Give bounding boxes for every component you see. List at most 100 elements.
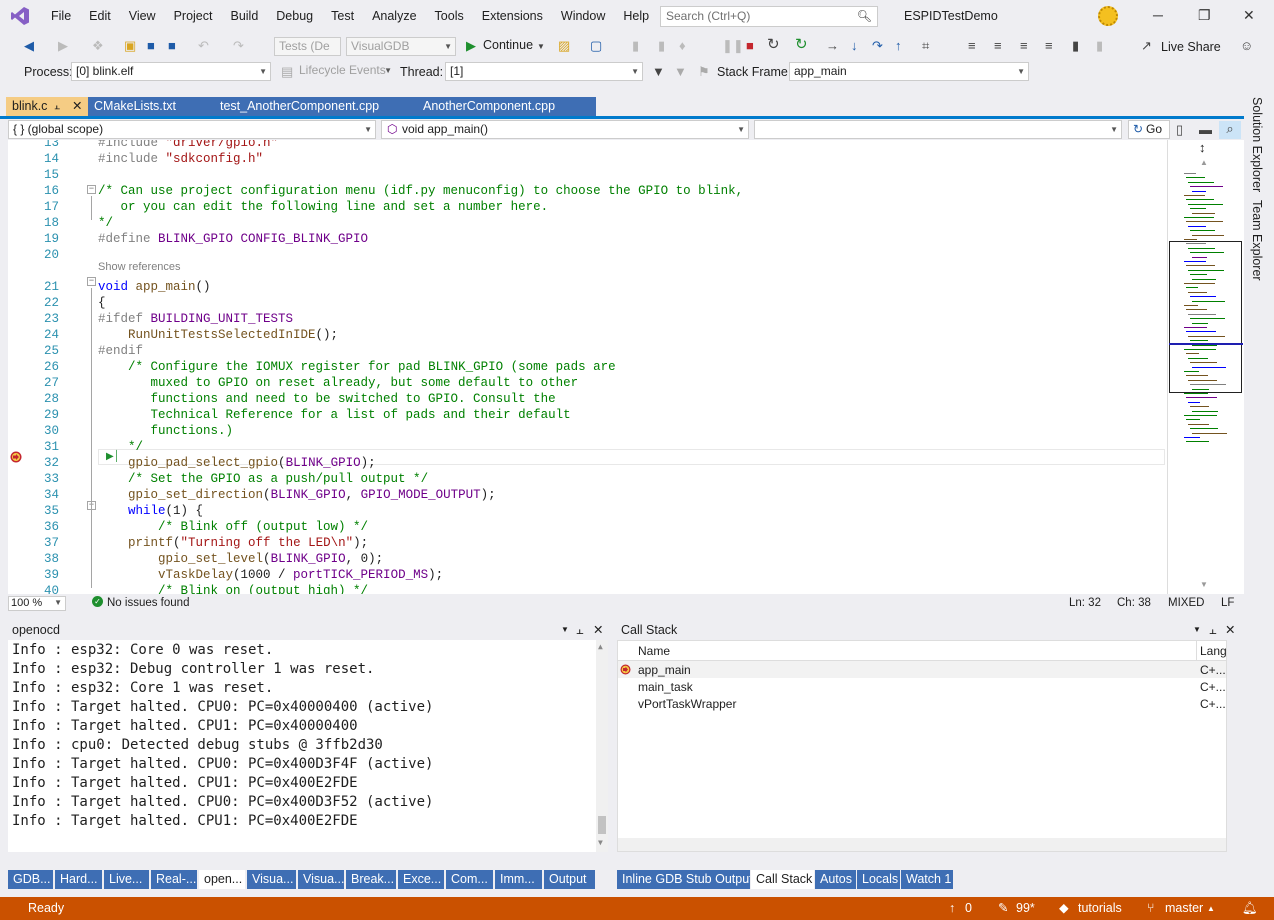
line-ending[interactable]: LF — [1221, 597, 1234, 609]
line-ending-mode[interactable]: MIXED — [1168, 597, 1204, 609]
output-scrollbar[interactable]: ▲ ▼ — [596, 640, 608, 852]
code-editor[interactable]: Show references 13 #include "driver/gpio.… — [8, 140, 1167, 594]
tab-test-anothercomponent[interactable]: test_AnotherComponent.cpp — [214, 97, 417, 116]
pin-icon[interactable]: ⫠ — [54, 97, 60, 116]
forward-icon[interactable]: ▶︎ — [58, 38, 68, 54]
issues-status[interactable]: No issues found — [107, 597, 189, 609]
close-icon[interactable]: ✕ — [1225, 620, 1235, 640]
go-button[interactable]: ↻ Go — [1128, 120, 1170, 139]
menu-project[interactable]: Project — [165, 0, 222, 32]
scroll-up-icon[interactable]: ▲ — [1200, 158, 1208, 167]
bottom-tab[interactable]: Inline GDB Stub Output — [617, 870, 750, 889]
tag-icon[interactable]: ▬ — [1199, 122, 1212, 138]
function-select[interactable]: ⬡ void app_main() ▼ — [381, 120, 749, 139]
toolbar-icon-d[interactable]: ≡ — [968, 38, 976, 54]
scope-select[interactable]: { } (global scope) ▼ — [8, 120, 376, 139]
menu-test[interactable]: Test — [322, 0, 363, 32]
map-viewport[interactable] — [1169, 241, 1242, 393]
menu-tools[interactable]: Tools — [426, 0, 473, 32]
bottom-tab[interactable]: Visua... — [298, 870, 344, 889]
pin-icon[interactable]: ⫠ — [576, 620, 584, 640]
scroll-down-icon[interactable]: ▼ — [598, 838, 603, 847]
arrow-up-icon[interactable]: ↑ — [949, 897, 955, 920]
new-project-icon[interactable]: ❖ — [92, 38, 104, 54]
continue-play-icon[interactable]: ▶︎ — [466, 38, 476, 54]
zoom-select[interactable]: 100 % ▼ — [8, 596, 66, 611]
tab-solution-explorer[interactable]: Solution Explorer — [1250, 97, 1264, 192]
step-into-icon[interactable]: ↓ — [851, 38, 858, 54]
bottom-tab[interactable]: Call Stack — [751, 870, 814, 889]
menu-file[interactable]: File — [42, 0, 80, 32]
bottom-tab[interactable]: Visua... — [247, 870, 296, 889]
column-lang-header[interactable]: Lang — [1200, 644, 1227, 658]
search-input[interactable]: Search (Ctrl+Q) 🔍︎ — [660, 6, 878, 27]
thread-select[interactable]: [1] ▼ — [445, 62, 643, 81]
bottom-tab[interactable]: Hard... — [55, 870, 102, 889]
menu-help[interactable]: Help — [614, 0, 658, 32]
close-icon[interactable]: ✕ — [593, 620, 603, 640]
scroll-up-icon[interactable]: ▲ — [598, 642, 603, 651]
tab-blink-c[interactable]: blink.c ⫠ ✕ — [6, 97, 88, 116]
platform-select[interactable]: VisualGDB ▼ — [346, 37, 456, 56]
chevron-up-icon[interactable]: ▲ — [1207, 897, 1215, 920]
live-share-button[interactable]: Live Share — [1161, 40, 1221, 54]
tab-anothercomponent[interactable]: AnotherComponent.cpp — [417, 97, 596, 116]
bottom-tab[interactable]: open... — [199, 870, 245, 889]
redo-icon[interactable]: ↷ — [233, 38, 244, 54]
close-window-button[interactable]: ✕ — [1243, 7, 1255, 24]
bottom-tab[interactable]: Output — [544, 870, 595, 889]
bottom-tab[interactable]: Autos — [815, 870, 856, 889]
run-to-click-icon[interactable]: ▶︎│ — [106, 451, 120, 462]
bottom-tab[interactable]: Real-... — [151, 870, 197, 889]
callstack-hscrollbar[interactable] — [618, 838, 1226, 851]
split-icon[interactable]: ↕ — [1199, 140, 1206, 155]
browser-icon[interactable]: ▢ — [590, 38, 602, 54]
chevron-down-icon[interactable]: ▼ — [1193, 620, 1201, 640]
repository-name[interactable]: tutorials — [1078, 897, 1122, 920]
undo-icon[interactable]: ↶ — [198, 38, 209, 54]
configuration-select[interactable]: Tests (De — [274, 37, 341, 56]
maximize-button[interactable]: ❐ — [1198, 7, 1211, 24]
menu-build[interactable]: Build — [221, 0, 267, 32]
scrollbar-thumb[interactable] — [598, 816, 606, 834]
bottom-tab[interactable]: Break... — [346, 870, 396, 889]
toolbar-icon-e[interactable]: ≡ — [994, 38, 1002, 54]
scrollbar-map[interactable]: ↕ ▲ ▼ — [1167, 140, 1244, 594]
table-row[interactable]: main_task C+... — [618, 678, 1226, 695]
scroll-down-icon[interactable]: ▼ — [1200, 580, 1208, 589]
feedback-icon[interactable]: ☺ — [1240, 38, 1253, 54]
document-icon[interactable]: ▯ — [1176, 122, 1183, 138]
toolbar-icon-c[interactable]: ♦ — [679, 38, 686, 54]
toolbar-icon-b[interactable]: ▮ — [658, 38, 665, 54]
output-text-area[interactable]: Info : esp32: Core 0 was reset. Info : es… — [8, 640, 608, 852]
step-over-icon[interactable]: ↷ — [872, 38, 883, 54]
member-select[interactable]: ▼ — [754, 120, 1122, 139]
filter-clear-icon[interactable]: ▼ — [674, 64, 687, 80]
refresh-icon[interactable]: ↻ — [795, 37, 808, 53]
notification-bell-icon[interactable]: 🔔︎ — [1242, 897, 1258, 920]
branch-name[interactable]: master — [1165, 897, 1203, 920]
hex-display-icon[interactable]: ⌗ — [922, 38, 929, 54]
tab-cmakelists[interactable]: CMakeLists.txt — [88, 97, 214, 116]
minimize-button[interactable]: ─ — [1153, 7, 1163, 23]
bottom-tab[interactable]: Imm... — [495, 870, 542, 889]
live-share-icon[interactable]: ↗ — [1141, 38, 1152, 54]
repo-icon[interactable]: ◆ — [1059, 897, 1069, 920]
find-icon[interactable]: ⌕ — [1219, 121, 1241, 139]
bottom-tab[interactable]: Com... — [446, 870, 493, 889]
step-out-icon[interactable]: ↑ — [895, 38, 902, 54]
lifecycle-events-button[interactable]: Lifecycle Events ▼ — [295, 62, 395, 81]
continue-button[interactable]: Continue — [483, 38, 533, 52]
stop-icon[interactable]: ■ — [746, 38, 754, 54]
chevron-down-icon[interactable]: ▼ — [537, 39, 545, 55]
table-row[interactable]: vPortTaskWrapper C+... — [618, 695, 1226, 712]
close-icon[interactable]: ✕ — [72, 97, 82, 116]
collapse-toggle[interactable]: − — [87, 277, 96, 286]
filter-icon[interactable]: ▼ — [652, 64, 665, 80]
table-row[interactable]: app_main C+... — [618, 661, 1226, 678]
flag-icon[interactable]: ⚑ — [698, 64, 710, 80]
comment-icon[interactable]: ≡ — [1020, 38, 1028, 54]
tab-team-explorer[interactable]: Team Explorer — [1250, 200, 1264, 281]
menu-extensions[interactable]: Extensions — [473, 0, 552, 32]
menu-view[interactable]: View — [120, 0, 165, 32]
